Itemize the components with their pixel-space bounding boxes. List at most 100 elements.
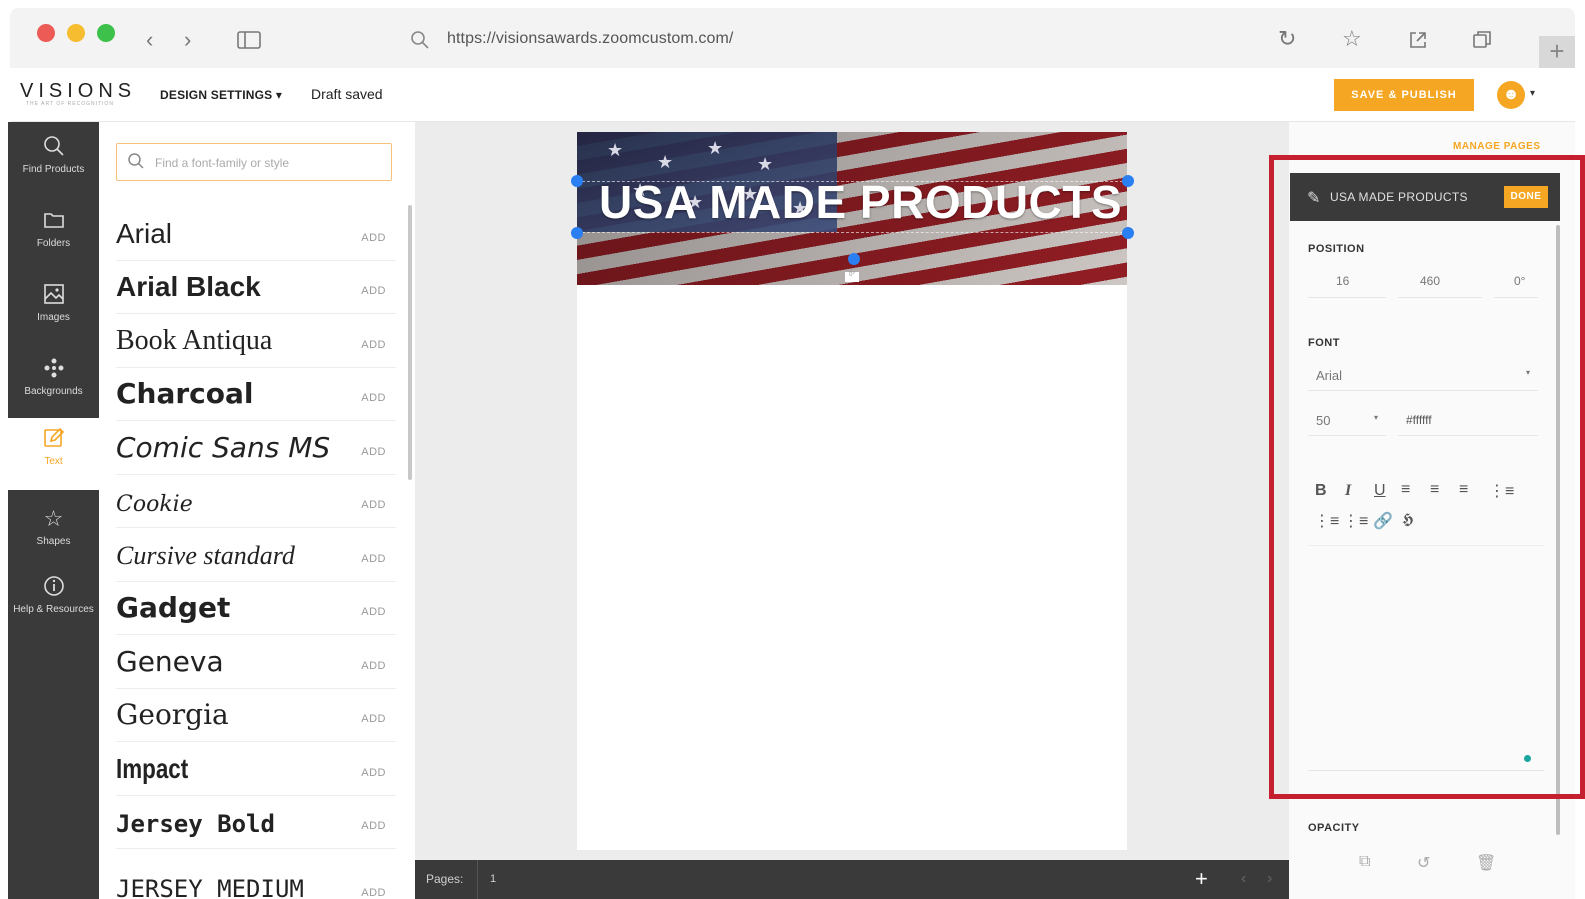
font-list-item[interactable]: Geneva ADD [116,635,396,689]
font-list: Arial ADD Arial Black ADD Book Antiqua A… [116,207,396,899]
pages-bar: Pages: 1 + ‹ › [415,860,1289,899]
sidebar-item-backgrounds[interactable]: Backgrounds [8,348,99,418]
reset-icon[interactable]: ↺ [1417,853,1430,873]
font-name: Cookie [116,492,193,517]
star-icon: ★ [757,154,774,174]
previous-page-icon[interactable]: ‹ [1241,870,1246,888]
sidebar-item-label: Text [44,456,63,467]
font-name: Jersey Bold [116,810,275,838]
tool-sidebar: Find Products Folders Images Backgrounds… [8,122,99,899]
add-font-button[interactable]: ADD [361,392,386,404]
manage-pages-link[interactable]: MANAGE PAGES [1453,141,1541,152]
font-list-item[interactable]: Cursive standard ADD [116,528,396,582]
sidebar-item-folders[interactable]: Folders [8,200,99,270]
resize-handle[interactable] [1122,175,1134,187]
sidebar-toggle-icon[interactable] [237,30,261,54]
info-icon [41,574,67,600]
app-header: VISIONS THE ART OF RECOGNITION DESIGN SE… [10,68,1575,122]
rotate-handle[interactable] [848,253,860,265]
logo-tagline: THE ART OF RECOGNITION [26,101,114,107]
minimize-window-button[interactable] [67,24,85,42]
save-publish-button[interactable]: SAVE & PUBLISH [1334,79,1474,111]
banner-text[interactable]: USA MADE PRODUCTS [599,175,1122,229]
pages-label: Pages: [426,872,464,886]
sidebar-item-images[interactable]: Images [8,274,99,344]
add-font-button[interactable]: ADD [361,285,386,297]
tabs-overview-icon[interactable] [1472,30,1492,54]
font-list-item[interactable]: Cookie ADD [116,475,396,528]
font-list-item[interactable]: Jersey Bold ADD [116,796,396,849]
star-icon: ★ [607,140,624,160]
highlight-annotation-box [1269,155,1585,799]
font-list-item[interactable]: Charcoal ADD [116,368,396,421]
new-tab-button[interactable]: + [1539,36,1575,68]
resize-handle[interactable] [571,227,583,239]
font-list-item[interactable]: Impact ADD [116,742,396,796]
forward-icon[interactable]: › [184,29,191,51]
font-list-item[interactable]: Comic Sans MS ADD [116,421,396,475]
search-placeholder: Find a font-family or style [155,156,290,170]
add-font-button[interactable]: ADD [361,339,386,351]
add-font-button[interactable]: ADD [361,820,386,832]
font-list-item[interactable]: Arial ADD [116,207,396,261]
duplicate-icon[interactable]: ⧉ [1359,853,1370,871]
font-name: Impact [116,752,189,784]
sidebar-item-label: Backgrounds [24,386,83,397]
font-list-item[interactable]: JERSEY MEDIUM ADD [116,849,396,899]
reload-icon[interactable]: ↻ [1278,28,1296,50]
font-list-scrollbar[interactable] [408,205,412,480]
font-list-item[interactable]: Gadget ADD [116,582,396,635]
add-font-button[interactable]: ADD [361,499,386,511]
star-icon: ★ [657,152,674,172]
font-panel: Find a font-family or style Arial ADD Ar… [99,122,415,899]
font-name: Geneva [116,644,224,678]
add-font-button[interactable]: ADD [361,713,386,725]
maximize-window-button[interactable] [97,24,115,42]
add-font-button[interactable]: ADD [361,606,386,618]
font-name: Charcoal [116,377,254,410]
font-name: Gadget [116,591,231,624]
next-page-icon[interactable]: › [1267,870,1272,888]
user-avatar[interactable]: ☻ [1497,81,1525,109]
sidebar-item-label: Find Products [22,164,85,175]
trash-icon[interactable]: 🗑 [1476,853,1496,873]
design-settings-menu[interactable]: DESIGN SETTINGS ▾ [160,88,282,102]
font-search-input[interactable]: Find a font-family or style [116,143,392,181]
font-list-item[interactable]: Georgia ADD [116,689,396,742]
add-page-button[interactable]: + [1195,866,1208,892]
sidebar-item-text[interactable]: Text [8,418,99,490]
search-icon [127,152,145,170]
sidebar-item-help[interactable]: Help & Resources [8,566,99,636]
sidebar-item-shapes[interactable]: ☆ Shapes [8,498,99,568]
close-window-button[interactable] [37,24,55,42]
resize-handle[interactable] [571,175,583,187]
font-name: JERSEY MEDIUM [116,874,304,899]
font-list-item[interactable]: Arial Black ADD [116,261,396,314]
folder-icon [41,208,67,234]
sidebar-item-label: Folders [36,238,71,249]
chevron-down-icon[interactable]: ▾ [1530,88,1535,99]
bookmark-star-icon[interactable]: ☆ [1342,28,1362,50]
star-icon: ★ [707,138,724,158]
add-font-button[interactable]: ADD [361,232,386,244]
add-font-button[interactable]: ADD [361,553,386,565]
image-icon [41,282,67,308]
search-icon [410,30,430,54]
search-icon [41,134,67,160]
sidebar-item-label: Images [37,312,70,323]
address-bar[interactable]: https://visionsawards.zoomcustom.com/ [447,30,733,48]
resize-handle[interactable] [1122,227,1134,239]
add-font-button[interactable]: ADD [361,887,386,899]
sidebar-item-label: Help & Resources [13,604,94,615]
visions-logo[interactable]: VISIONS [20,80,136,103]
add-font-button[interactable]: ADD [361,660,386,672]
page-thumbnail-1[interactable]: 1 [477,860,496,899]
add-font-button[interactable]: ADD [361,446,386,458]
share-icon[interactable] [1408,30,1428,54]
opacity-label: OPACITY [1308,822,1360,834]
font-list-item[interactable]: Book Antiqua ADD [116,314,396,368]
back-icon[interactable]: ‹ [146,29,153,51]
sidebar-item-find-products[interactable]: Find Products [8,126,99,196]
rotation-label: 0° [845,272,859,282]
add-font-button[interactable]: ADD [361,767,386,779]
